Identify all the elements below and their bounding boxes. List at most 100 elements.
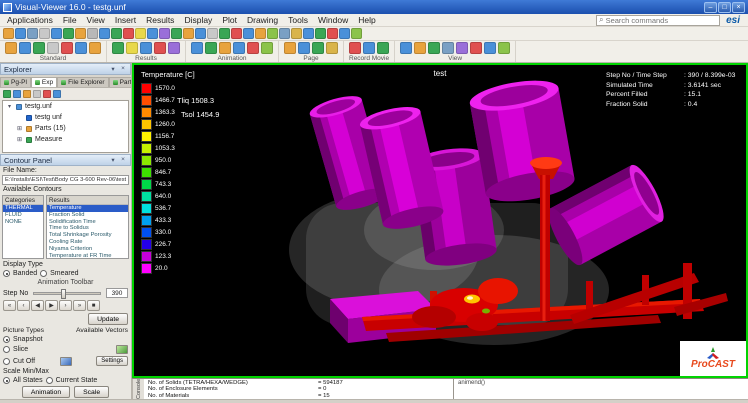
explorer-tab[interactable]: Part: [109, 77, 132, 87]
toolbar-icon[interactable]: [126, 42, 138, 54]
category-item[interactable]: FLUID: [3, 212, 43, 219]
toolbar-icon[interactable]: [298, 42, 310, 54]
banded-radio[interactable]: [3, 270, 10, 277]
toolbar-icon[interactable]: [168, 42, 180, 54]
all-states-radio[interactable]: [3, 377, 10, 384]
playback-button[interactable]: ‹: [17, 300, 30, 311]
explorer-toolbar-icon[interactable]: [53, 90, 61, 98]
slice-radio[interactable]: [3, 346, 10, 353]
toolbar-icon[interactable]: [339, 28, 350, 39]
tree-root[interactable]: ▾ testg.unf: [3, 101, 128, 112]
explorer-toolbar-icon[interactable]: [13, 90, 21, 98]
toolbar-icon[interactable]: [498, 42, 510, 54]
toolbar-icon[interactable]: [315, 28, 326, 39]
explorer-toolbar-icon[interactable]: [43, 90, 51, 98]
panel-pin-icon[interactable]: ▾: [109, 156, 117, 164]
menu-item[interactable]: Help: [353, 15, 380, 25]
toolbar-icon[interactable]: [303, 28, 314, 39]
menu-item[interactable]: Tools: [283, 15, 313, 25]
toolbar-icon[interactable]: [312, 42, 324, 54]
toolbar-icon[interactable]: [243, 28, 254, 39]
console-tab[interactable]: Console: [132, 379, 144, 399]
file-path-value[interactable]: E:\Installs\ESI\Test\Body CG 3-600 Rev-0…: [2, 175, 129, 185]
search-input[interactable]: [606, 16, 718, 25]
settings-button[interactable]: Settings: [96, 356, 128, 366]
slice-vector-button[interactable]: [116, 345, 128, 354]
menu-item[interactable]: Window: [313, 15, 353, 25]
toolbar-icon[interactable]: [75, 42, 87, 54]
cutoff-radio[interactable]: [3, 358, 10, 365]
close-icon[interactable]: ×: [732, 2, 745, 13]
playback-button[interactable]: ›: [59, 300, 72, 311]
toolbar-icon[interactable]: [159, 28, 170, 39]
toolbar-icon[interactable]: [456, 42, 468, 54]
tree-expand-icon[interactable]: ⊞: [16, 125, 23, 132]
playback-button[interactable]: ▶: [45, 300, 58, 311]
toolbar-icon[interactable]: [3, 28, 14, 39]
toolbar-icon[interactable]: [219, 42, 231, 54]
toolbar-icon[interactable]: [154, 42, 166, 54]
explorer-toolbar-icon[interactable]: [3, 90, 11, 98]
toolbar-icon[interactable]: [183, 28, 194, 39]
playback-button[interactable]: ■: [87, 300, 100, 311]
update-button[interactable]: Update: [88, 313, 128, 325]
explorer-toolbar-icon[interactable]: [23, 90, 31, 98]
menu-item[interactable]: Results: [141, 15, 179, 25]
current-state-radio[interactable]: [46, 377, 53, 384]
toolbar-icon[interactable]: [191, 42, 203, 54]
toolbar-icon[interactable]: [219, 28, 230, 39]
toolbar-icon[interactable]: [19, 42, 31, 54]
tree-item[interactable]: ⊞ Parts (15): [3, 123, 128, 134]
toolbar-icon[interactable]: [75, 28, 86, 39]
panel-close-icon[interactable]: ×: [119, 65, 127, 73]
toolbar-icon[interactable]: [89, 42, 101, 54]
toolbar-icon[interactable]: [27, 28, 38, 39]
smeared-radio[interactable]: [40, 270, 47, 277]
toolbar-icon[interactable]: [63, 28, 74, 39]
animation-button[interactable]: Animation: [22, 386, 70, 398]
toolbar-icon[interactable]: [284, 42, 296, 54]
toolbar-icon[interactable]: [400, 42, 412, 54]
minimize-icon[interactable]: –: [704, 2, 717, 13]
explorer-tab[interactable]: Pg-Pl: [0, 77, 31, 87]
playback-button[interactable]: ◀: [31, 300, 44, 311]
toolbar-icon[interactable]: [39, 28, 50, 39]
tree-item[interactable]: testg unf: [3, 112, 128, 123]
toolbar-icon[interactable]: [51, 28, 62, 39]
toolbar-icon[interactable]: [87, 28, 98, 39]
result-item[interactable]: Total Shrinkage Porosity: [47, 232, 128, 239]
menu-item[interactable]: Display: [179, 15, 217, 25]
toolbar-icon[interactable]: [261, 42, 273, 54]
toolbar-icon[interactable]: [484, 42, 496, 54]
toolbar-icon[interactable]: [99, 28, 110, 39]
result-item[interactable]: Temperature: [47, 205, 128, 212]
explorer-tab[interactable]: Exp: [31, 77, 57, 87]
playback-button[interactable]: «: [3, 300, 16, 311]
toolbar-icon[interactable]: [123, 28, 134, 39]
toolbar-icon[interactable]: [267, 28, 278, 39]
toolbar-icon[interactable]: [33, 42, 45, 54]
menu-item[interactable]: Insert: [110, 15, 141, 25]
toolbar-icon[interactable]: [111, 28, 122, 39]
category-item[interactable]: NONE: [3, 219, 43, 226]
toolbar-icon[interactable]: [470, 42, 482, 54]
toolbar-icon[interactable]: [61, 42, 73, 54]
toolbar-icon[interactable]: [135, 28, 146, 39]
menu-item[interactable]: Applications: [2, 15, 58, 25]
toolbar-icon[interactable]: [349, 42, 361, 54]
toolbar-icon[interactable]: [140, 42, 152, 54]
menu-item[interactable]: Drawing: [242, 15, 283, 25]
step-value-box[interactable]: 390: [106, 288, 128, 298]
toolbar-icon[interactable]: [171, 28, 182, 39]
result-item[interactable]: Niyama Criterion: [47, 246, 128, 253]
toolbar-icon[interactable]: [442, 42, 454, 54]
result-item[interactable]: Fraction Solid: [47, 212, 128, 219]
toolbar-icon[interactable]: [363, 42, 375, 54]
playback-button[interactable]: »: [73, 300, 86, 311]
explorer-toolbar-icon[interactable]: [33, 90, 41, 98]
step-slider[interactable]: [33, 292, 101, 295]
category-item[interactable]: THERMAL: [3, 205, 43, 212]
toolbar-icon[interactable]: [15, 28, 26, 39]
menu-item[interactable]: File: [58, 15, 82, 25]
console-command-area[interactable]: animend(): [454, 379, 748, 399]
